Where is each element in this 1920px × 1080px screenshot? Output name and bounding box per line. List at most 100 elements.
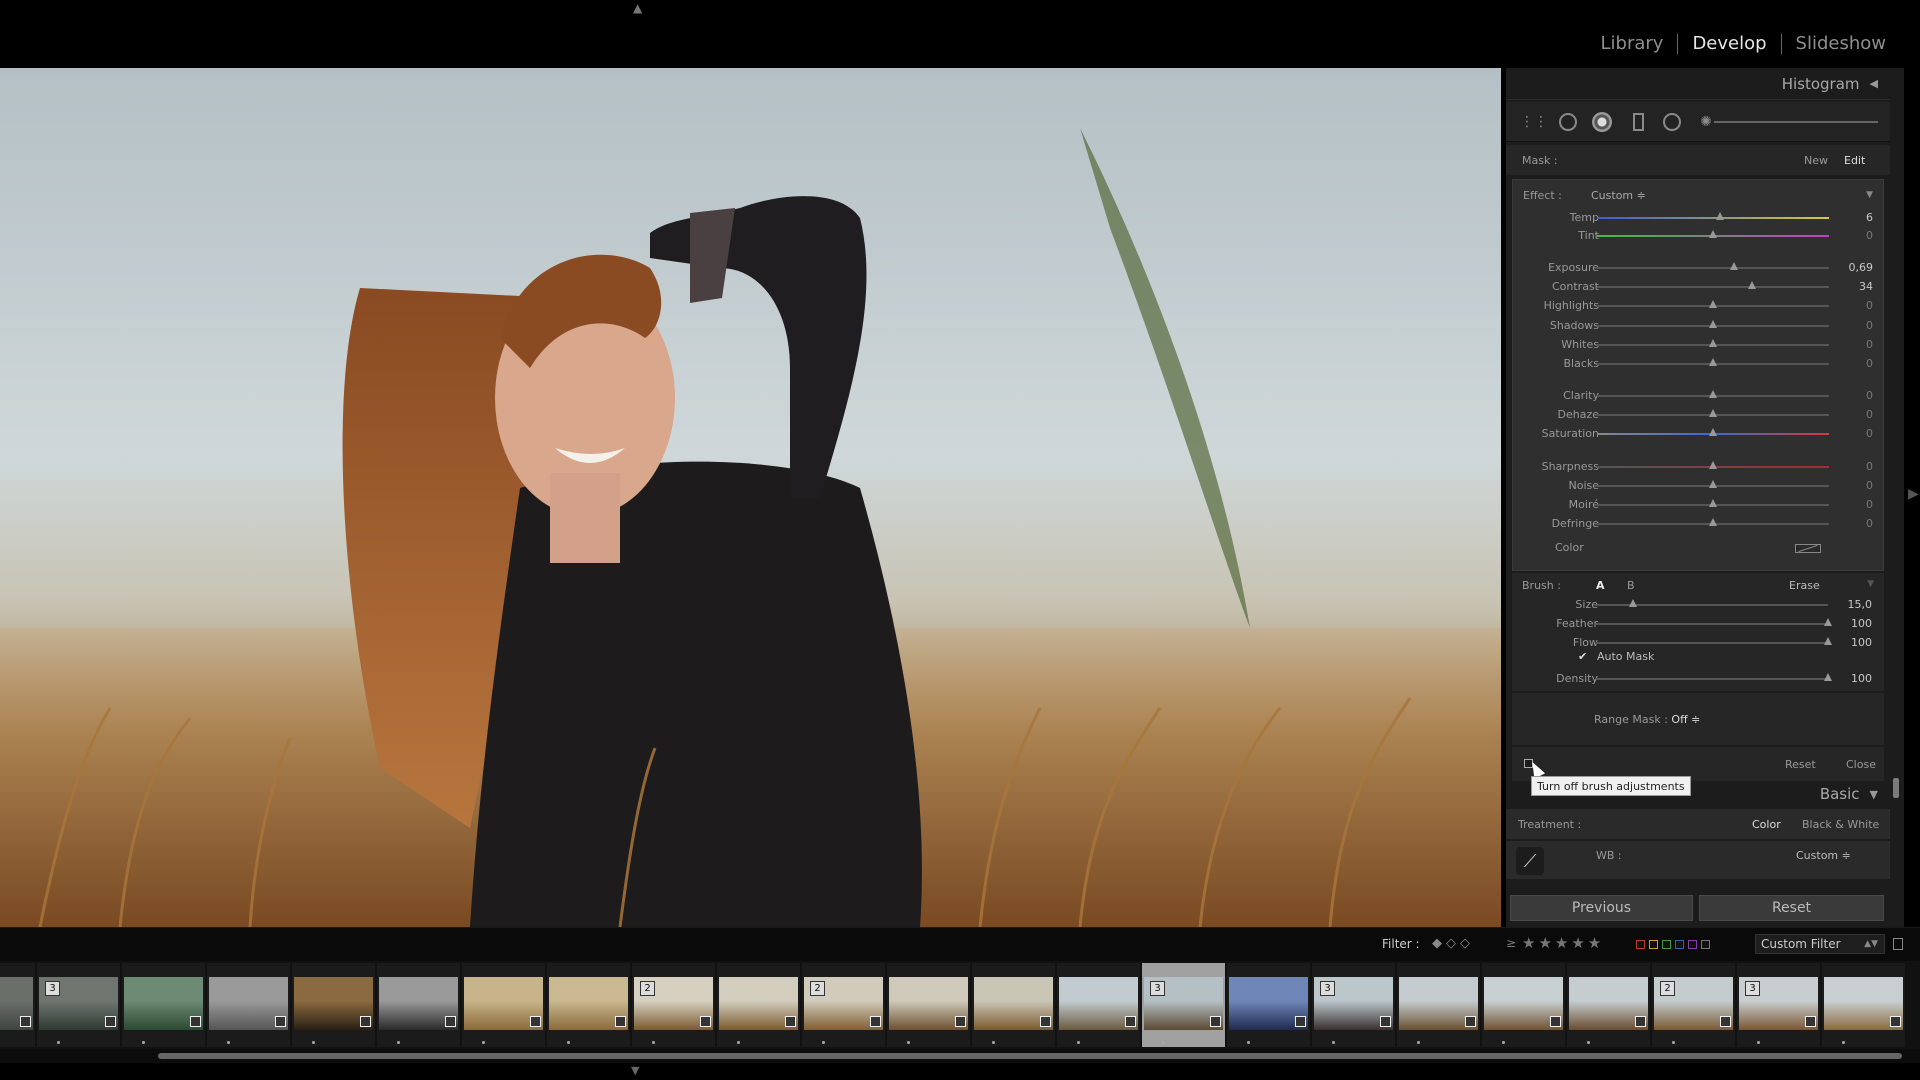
effect-slider-whites[interactable]: Whites 0 bbox=[1513, 337, 1885, 353]
slider-track[interactable] bbox=[1597, 267, 1829, 269]
slider-thumb[interactable] bbox=[1709, 480, 1717, 490]
slider-thumb[interactable] bbox=[1824, 673, 1832, 683]
slider-thumb[interactable] bbox=[1709, 409, 1717, 419]
color-chip[interactable] bbox=[1649, 940, 1658, 949]
brush-collapse-icon[interactable]: ▼ bbox=[1867, 579, 1874, 589]
histogram-header[interactable]: Histogram ◀ bbox=[1506, 68, 1890, 100]
slider-value[interactable]: 0 bbox=[1833, 460, 1873, 473]
mask-reset-button[interactable]: Reset bbox=[1785, 758, 1816, 771]
effect-collapse-icon[interactable]: ▼ bbox=[1866, 190, 1873, 200]
brush-slider-density[interactable]: Density 100 bbox=[1512, 671, 1884, 687]
effect-slider-exposure[interactable]: Exposure 0,69 bbox=[1513, 260, 1885, 276]
photo-canvas[interactable] bbox=[0, 68, 1501, 927]
bottom-panel-toggle-icon[interactable]: ▼ bbox=[631, 1064, 639, 1077]
top-panel-toggle-icon[interactable]: ▲ bbox=[633, 1, 642, 15]
filmstrip-thumbnail[interactable] bbox=[122, 963, 205, 1047]
slider-value[interactable]: 34 bbox=[1833, 280, 1873, 293]
slider-thumb[interactable] bbox=[1824, 618, 1832, 628]
effect-slider-moir-[interactable]: Moiré 0 bbox=[1513, 497, 1885, 513]
module-develop[interactable]: Develop bbox=[1678, 33, 1780, 54]
color-swatch[interactable] bbox=[1795, 544, 1821, 553]
right-panel-scrollbar[interactable] bbox=[1890, 68, 1904, 927]
stack-count-badge[interactable]: 3 bbox=[1320, 981, 1335, 996]
slider-thumb[interactable] bbox=[1729, 262, 1738, 272]
mask-edit-button[interactable]: Edit bbox=[1844, 154, 1865, 167]
slider-value[interactable]: 100 bbox=[1832, 672, 1872, 685]
filter-preset-select[interactable]: Custom Filter ▲▼ bbox=[1755, 934, 1885, 954]
effect-slider-contrast[interactable]: Contrast 34 bbox=[1513, 279, 1885, 295]
slider-thumb[interactable] bbox=[1709, 230, 1717, 240]
slider-value[interactable]: 0,69 bbox=[1833, 261, 1874, 274]
stack-count-badge[interactable]: 2 bbox=[810, 981, 825, 996]
slider-thumb[interactable] bbox=[1709, 320, 1717, 330]
effect-slider-defringe[interactable]: Defringe 0 bbox=[1513, 516, 1885, 532]
stack-count-badge[interactable]: 3 bbox=[1745, 981, 1760, 996]
brush-a-button[interactable]: A bbox=[1596, 579, 1605, 592]
eyedropper-icon[interactable]: ⟋ bbox=[1516, 847, 1544, 875]
slider-value[interactable]: 0 bbox=[1833, 389, 1873, 402]
slider-thumb[interactable] bbox=[1709, 499, 1717, 509]
slider-value[interactable]: 0 bbox=[1833, 319, 1873, 332]
effect-slider-blacks[interactable]: Blacks 0 bbox=[1513, 356, 1885, 372]
slider-value[interactable]: 0 bbox=[1833, 427, 1873, 440]
star-rating-filter[interactable]: ★★★★★ bbox=[1522, 934, 1604, 952]
slider-thumb[interactable] bbox=[1709, 461, 1717, 471]
slider-thumb[interactable] bbox=[1629, 599, 1638, 609]
slider-thumb[interactable] bbox=[1709, 518, 1717, 528]
slider-thumb[interactable] bbox=[1709, 428, 1717, 438]
flag-filter-icons[interactable]: ◆◇◇ bbox=[1432, 936, 1474, 951]
mask-close-button[interactable]: Close bbox=[1846, 758, 1876, 771]
slider-track[interactable] bbox=[1596, 623, 1828, 625]
slider-value[interactable]: 0 bbox=[1833, 229, 1873, 242]
effect-slider-clarity[interactable]: Clarity 0 bbox=[1513, 388, 1885, 404]
slider-track[interactable] bbox=[1596, 678, 1828, 680]
effect-slider-sharpness[interactable]: Sharpness 0 bbox=[1513, 459, 1885, 475]
effect-slider-noise[interactable]: Noise 0 bbox=[1513, 478, 1885, 494]
slider-thumb[interactable] bbox=[1709, 300, 1717, 310]
filmstrip-thumbnail[interactable] bbox=[1822, 963, 1905, 1047]
filmstrip-thumbnail[interactable] bbox=[717, 963, 800, 1047]
filmstrip-thumbnail[interactable]: 3 bbox=[1737, 963, 1820, 1047]
filmstrip-scrollbar[interactable] bbox=[0, 1049, 1920, 1063]
filmstrip-thumbnail[interactable] bbox=[377, 963, 460, 1047]
treatment-bw-button[interactable]: Black & White bbox=[1802, 818, 1879, 831]
filmstrip-thumbnail[interactable]: 3 bbox=[1142, 963, 1225, 1047]
slider-thumb[interactable] bbox=[1709, 390, 1717, 400]
filmstrip-thumbnail[interactable] bbox=[1482, 963, 1565, 1047]
slider-value[interactable]: 0 bbox=[1833, 299, 1873, 312]
filmstrip-thumbnail[interactable]: 2 bbox=[632, 963, 715, 1047]
stack-count-badge[interactable]: 2 bbox=[640, 981, 655, 996]
slider-track[interactable] bbox=[1596, 642, 1828, 644]
effect-slider-tint[interactable]: Tint 0 bbox=[1513, 228, 1885, 244]
scrollbar-thumb[interactable] bbox=[158, 1053, 1902, 1059]
filmstrip-thumbnail[interactable]: 3 bbox=[37, 963, 120, 1047]
filmstrip-thumbnail[interactable] bbox=[207, 963, 290, 1047]
effect-slider-dehaze[interactable]: Dehaze 0 bbox=[1513, 407, 1885, 423]
effect-slider-highlights[interactable]: Highlights 0 bbox=[1513, 298, 1885, 314]
slider-value[interactable]: 0 bbox=[1833, 408, 1873, 421]
color-chip[interactable] bbox=[1701, 940, 1710, 949]
color-chip[interactable] bbox=[1675, 940, 1684, 949]
wb-select[interactable]: Custom ≑ bbox=[1796, 849, 1851, 862]
module-library[interactable]: Library bbox=[1586, 33, 1677, 54]
effect-slider-temp[interactable]: Temp 6 bbox=[1513, 210, 1885, 226]
slider-value[interactable]: 100 bbox=[1832, 617, 1872, 630]
mask-new-button[interactable]: New bbox=[1804, 154, 1828, 167]
scrollbar-thumb[interactable] bbox=[1893, 778, 1899, 798]
module-slideshow[interactable]: Slideshow bbox=[1782, 33, 1900, 54]
slider-thumb[interactable] bbox=[1709, 339, 1717, 349]
treatment-color-button[interactable]: Color bbox=[1752, 818, 1781, 831]
color-chip[interactable] bbox=[1662, 940, 1671, 949]
slider-thumb[interactable] bbox=[1748, 281, 1757, 291]
filmstrip-thumbnail[interactable] bbox=[0, 963, 35, 1047]
previous-button[interactable]: Previous bbox=[1510, 895, 1693, 921]
brush-slider-feather[interactable]: Feather 100 bbox=[1512, 616, 1884, 632]
filmstrip-thumbnail[interactable]: 2 bbox=[802, 963, 885, 1047]
slider-thumb[interactable] bbox=[1715, 212, 1724, 222]
brush-slider-size[interactable]: Size 15,0 bbox=[1512, 597, 1884, 613]
effect-preset-select[interactable]: Custom ≑ bbox=[1591, 189, 1646, 202]
stack-count-badge[interactable]: 2 bbox=[1660, 981, 1675, 996]
radial-filter-icon[interactable] bbox=[1662, 112, 1682, 132]
crop-overlay-icon[interactable]: ⋮⋮ bbox=[1520, 112, 1548, 132]
tool-slider[interactable] bbox=[1714, 121, 1878, 123]
